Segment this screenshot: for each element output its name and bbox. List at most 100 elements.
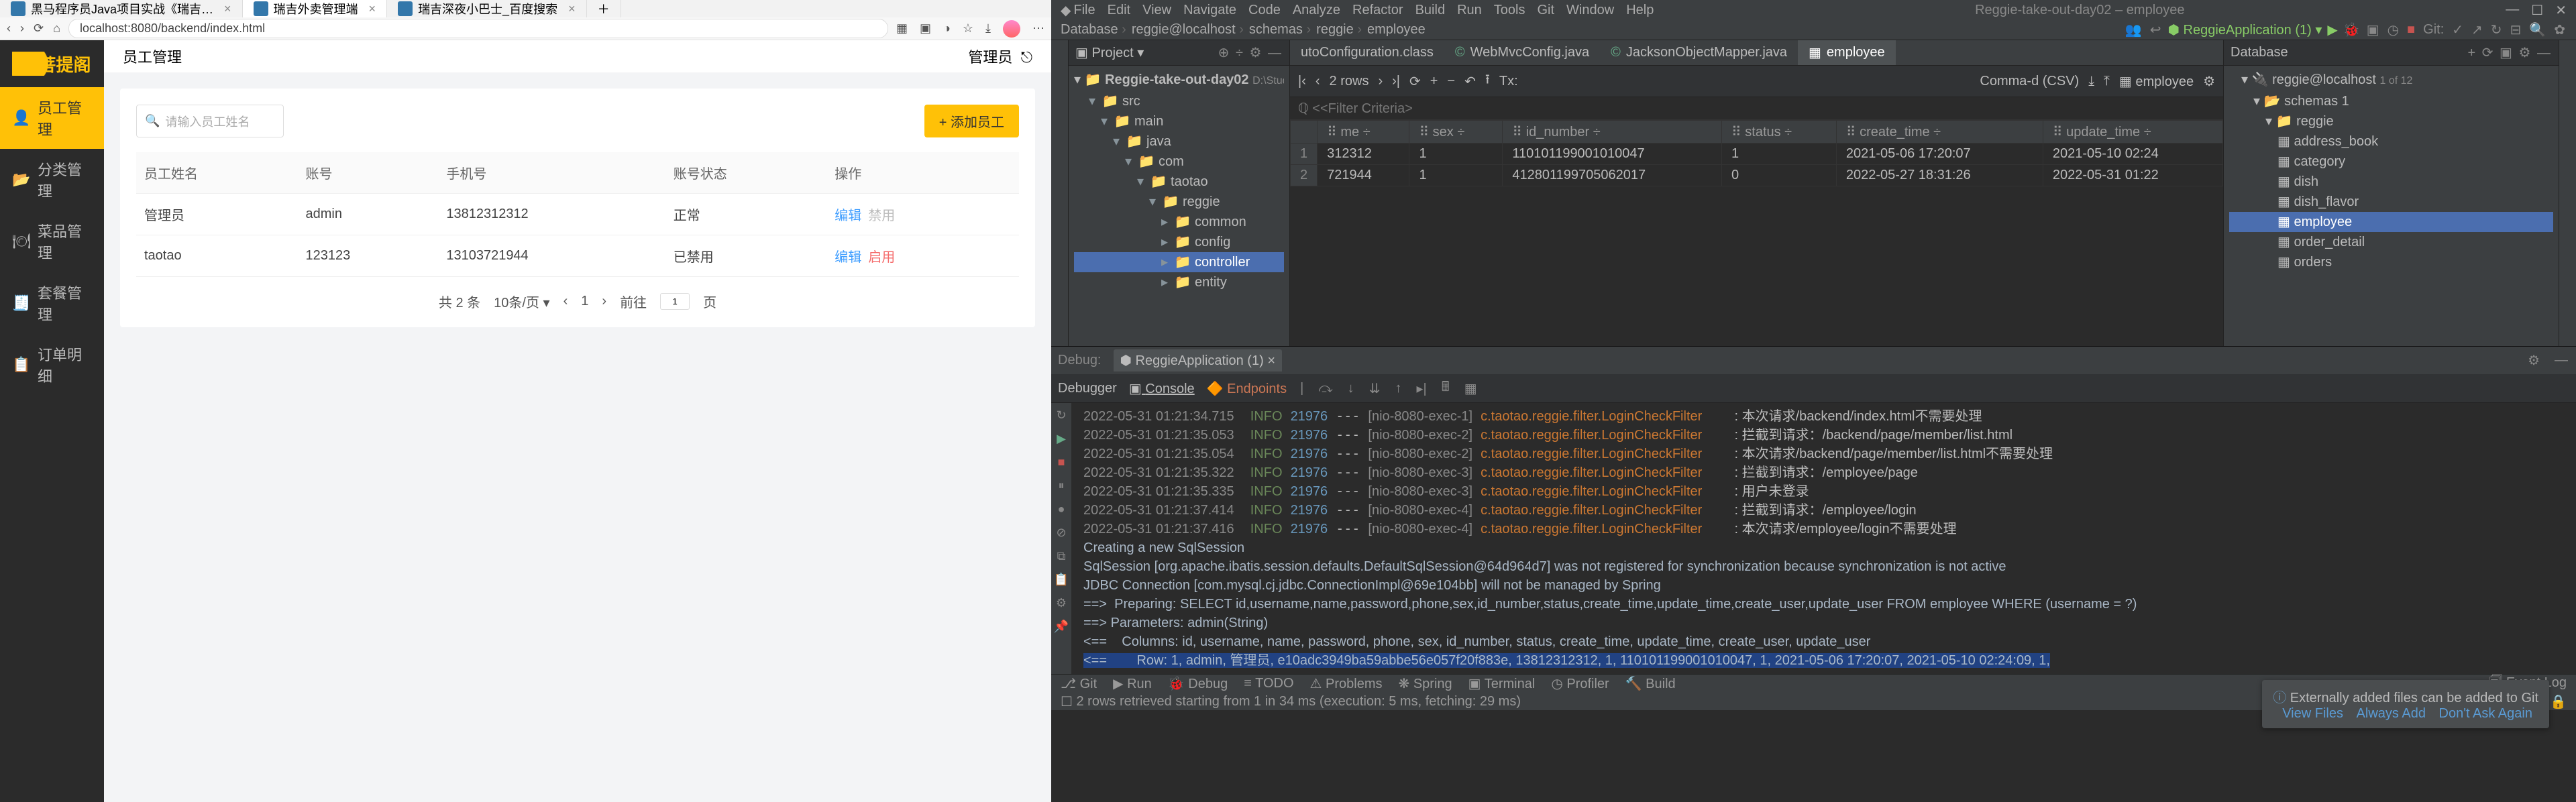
pager-jump-input[interactable] xyxy=(660,293,690,310)
editor-tab-employee[interactable]: ▦employee xyxy=(1798,40,1896,65)
console-output[interactable]: 2022-05-31 01:21:34.715 INFO 21976 --- [… xyxy=(1071,403,2576,674)
db-schema-reggie[interactable]: ▾ 📁 reggie xyxy=(2229,111,2553,131)
stop-icon[interactable]: ▣ xyxy=(2498,46,2514,60)
tool-todo[interactable]: ≡ TODO xyxy=(1244,676,1293,691)
sidebar-item-dish[interactable]: 🍽菜品管理 xyxy=(0,211,104,272)
tool-build[interactable]: 🔨 Build xyxy=(1625,675,1676,692)
extension-icon[interactable]: ☆ xyxy=(963,21,973,36)
git-history-icon[interactable]: ⊟ xyxy=(2509,21,2523,38)
extension-icon[interactable]: ▣ xyxy=(920,21,931,36)
menu-tools[interactable]: Tools xyxy=(1494,3,1525,18)
sidebar-item-employee[interactable]: 👤员工管理 xyxy=(0,87,104,149)
dump-icon[interactable]: 📋 xyxy=(1054,573,1069,587)
add-row-icon[interactable]: + xyxy=(1430,74,1438,89)
search-icon[interactable]: 🔍 xyxy=(2528,21,2547,38)
tree-taotao[interactable]: ▾ 📁 taotao xyxy=(1074,172,1284,192)
avatar[interactable] xyxy=(1003,20,1020,38)
grid-col-me[interactable]: ⠿ me ÷ xyxy=(1318,121,1409,144)
db-table-order_detail[interactable]: ▦ order_detail xyxy=(2229,232,2553,252)
export-format[interactable]: Comma-d (CSV) xyxy=(1980,74,2079,89)
crumb-table[interactable]: employee xyxy=(1367,22,1426,38)
menu-code[interactable]: Code xyxy=(1248,3,1281,18)
tree-java[interactable]: ▾ 📁 java xyxy=(1074,131,1284,152)
rerun-icon[interactable]: ↻ xyxy=(1056,408,1066,422)
revert-icon[interactable]: ↶ xyxy=(1464,73,1476,90)
reload-icon[interactable]: ⟳ xyxy=(34,21,44,36)
step-out-icon[interactable]: ↑ xyxy=(1393,381,1403,396)
db-target[interactable]: employee xyxy=(2135,74,2194,89)
back-icon[interactable]: ‹ xyxy=(7,21,11,36)
console-tab[interactable]: ▣ Console xyxy=(1129,380,1195,397)
gear-icon[interactable]: ⚙ xyxy=(1248,46,1263,60)
always-add-link[interactable]: Always Add xyxy=(2357,706,2426,721)
pager-page-1[interactable]: 1 xyxy=(581,294,588,309)
db-table-address_book[interactable]: ▦ address_book xyxy=(2229,131,2553,152)
disable-link[interactable]: 禁用 xyxy=(868,209,895,223)
profile-icon[interactable]: ◷ xyxy=(2386,21,2400,38)
gear-icon[interactable]: ⚙ xyxy=(2203,73,2215,90)
collapse-icon[interactable]: ÷ xyxy=(1234,46,1244,60)
grid-col-idnum[interactable]: ⠿ id_number ÷ xyxy=(1503,121,1722,144)
editor-tab-1[interactable]: ©WebMvcConfig.java xyxy=(1444,40,1600,65)
eval-icon[interactable]: 🖩 xyxy=(1440,377,1451,400)
dont-ask-link[interactable]: Don't Ask Again xyxy=(2439,706,2532,721)
settings-icon[interactable]: ✿ xyxy=(2553,21,2567,38)
extension-icon[interactable]: ⤓ xyxy=(985,21,991,36)
sidebar-item-order[interactable]: 📋订单明细 xyxy=(0,334,104,396)
git-update-icon[interactable]: ↻ xyxy=(2489,21,2504,38)
project-root[interactable]: ▾ 📁 Reggie-take-out-day02 D:\Study\GitCo… xyxy=(1074,70,1284,91)
crumb-db[interactable]: reggie xyxy=(1316,22,1362,38)
grid-col-create[interactable]: ⠿ create_time ÷ xyxy=(1836,121,2043,144)
run-to-cursor-icon[interactable]: ▸| xyxy=(1415,380,1428,397)
tool-spring[interactable]: ❋ Spring xyxy=(1399,675,1452,692)
forward-icon[interactable]: › xyxy=(20,21,24,36)
url-input[interactable]: localhost:8080/backend/index.html xyxy=(68,19,888,38)
users-icon[interactable]: 👥 xyxy=(2124,21,2143,38)
crumb-conn[interactable]: reggie@localhost xyxy=(1132,22,1244,38)
tree-controller[interactable]: ▸ 📁 controller xyxy=(1074,252,1284,272)
db-table-employee[interactable]: ▦ employee xyxy=(2229,212,2553,232)
database-tab[interactable]: Database xyxy=(2231,45,2288,60)
current-user[interactable]: 管理员 ⎋ xyxy=(968,46,1032,67)
grid-col-sex[interactable]: ⠿ sex ÷ xyxy=(1409,121,1503,144)
breakpoints-icon[interactable]: ● xyxy=(1058,502,1065,516)
filter-input[interactable]: ℚ <<Filter Criteria> xyxy=(1290,97,2223,120)
menu-git[interactable]: Git xyxy=(1537,3,1554,18)
hide-icon[interactable]: — xyxy=(2536,46,2552,60)
add-icon[interactable]: + xyxy=(2466,46,2477,60)
editor-tab-2[interactable]: ©JacksonObjectMapper.java xyxy=(1600,40,1798,65)
gear-icon[interactable]: ⚙ xyxy=(2526,352,2541,369)
db-conn[interactable]: ▾ 🔌 reggie@localhost 1 of 12 xyxy=(2229,70,2553,91)
extension-icon[interactable]: ▦ xyxy=(896,21,908,36)
page-size-select[interactable]: 10条/页 ▾ xyxy=(494,292,549,311)
close-icon[interactable]: × xyxy=(224,2,231,16)
menu-navigate[interactable]: Navigate xyxy=(1183,3,1236,18)
tree-config[interactable]: ▸ 📁 config xyxy=(1074,232,1284,252)
editor-tab-0[interactable]: utoConfiguration.class xyxy=(1290,40,1444,65)
menu-icon[interactable]: ⋯ xyxy=(1032,21,1044,36)
step-into-icon[interactable]: ↓ xyxy=(1346,381,1356,396)
tool-problems[interactable]: ⚠ Problems xyxy=(1310,675,1383,692)
menu-file[interactable]: File xyxy=(1073,3,1095,18)
git-push-icon[interactable]: ↗ xyxy=(2470,21,2484,38)
tree-main[interactable]: ▾ 📁 main xyxy=(1074,111,1284,131)
reload-icon[interactable]: ⟳ xyxy=(1409,73,1421,90)
db-table-dish[interactable]: ▦ dish xyxy=(2229,172,2553,192)
pager-next[interactable]: › xyxy=(602,294,606,309)
next-page-icon[interactable]: › xyxy=(1378,74,1383,89)
right-gutter[interactable] xyxy=(2559,40,2576,346)
db-table-orders[interactable]: ▦ orders xyxy=(2229,252,2553,272)
grid-col-update[interactable]: ⠿ update_time ÷ xyxy=(2043,121,2222,144)
indicator-icon[interactable]: ☐ xyxy=(1061,693,1073,710)
pager-prev[interactable]: ‹ xyxy=(564,294,568,309)
step-over-icon[interactable]: ⤼ xyxy=(1317,381,1334,396)
tool-debug[interactable]: 🐞 Debug xyxy=(1168,675,1228,692)
tool-profiler[interactable]: ◷ Profiler xyxy=(1551,675,1609,692)
menu-view[interactable]: View xyxy=(1142,3,1171,18)
export-icon[interactable]: ⤓ xyxy=(2088,74,2094,89)
data-grid[interactable]: ℚ <<Filter Criteria> ⠿ me ÷ ⠿ sex ÷ ⠿ id… xyxy=(1290,97,2223,346)
sidebar-item-category[interactable]: 📂分类管理 xyxy=(0,149,104,211)
menu-build[interactable]: Build xyxy=(1415,3,1445,18)
commit-icon[interactable]: ⭱ xyxy=(1485,70,1490,93)
close-icon[interactable]: × xyxy=(369,2,376,16)
